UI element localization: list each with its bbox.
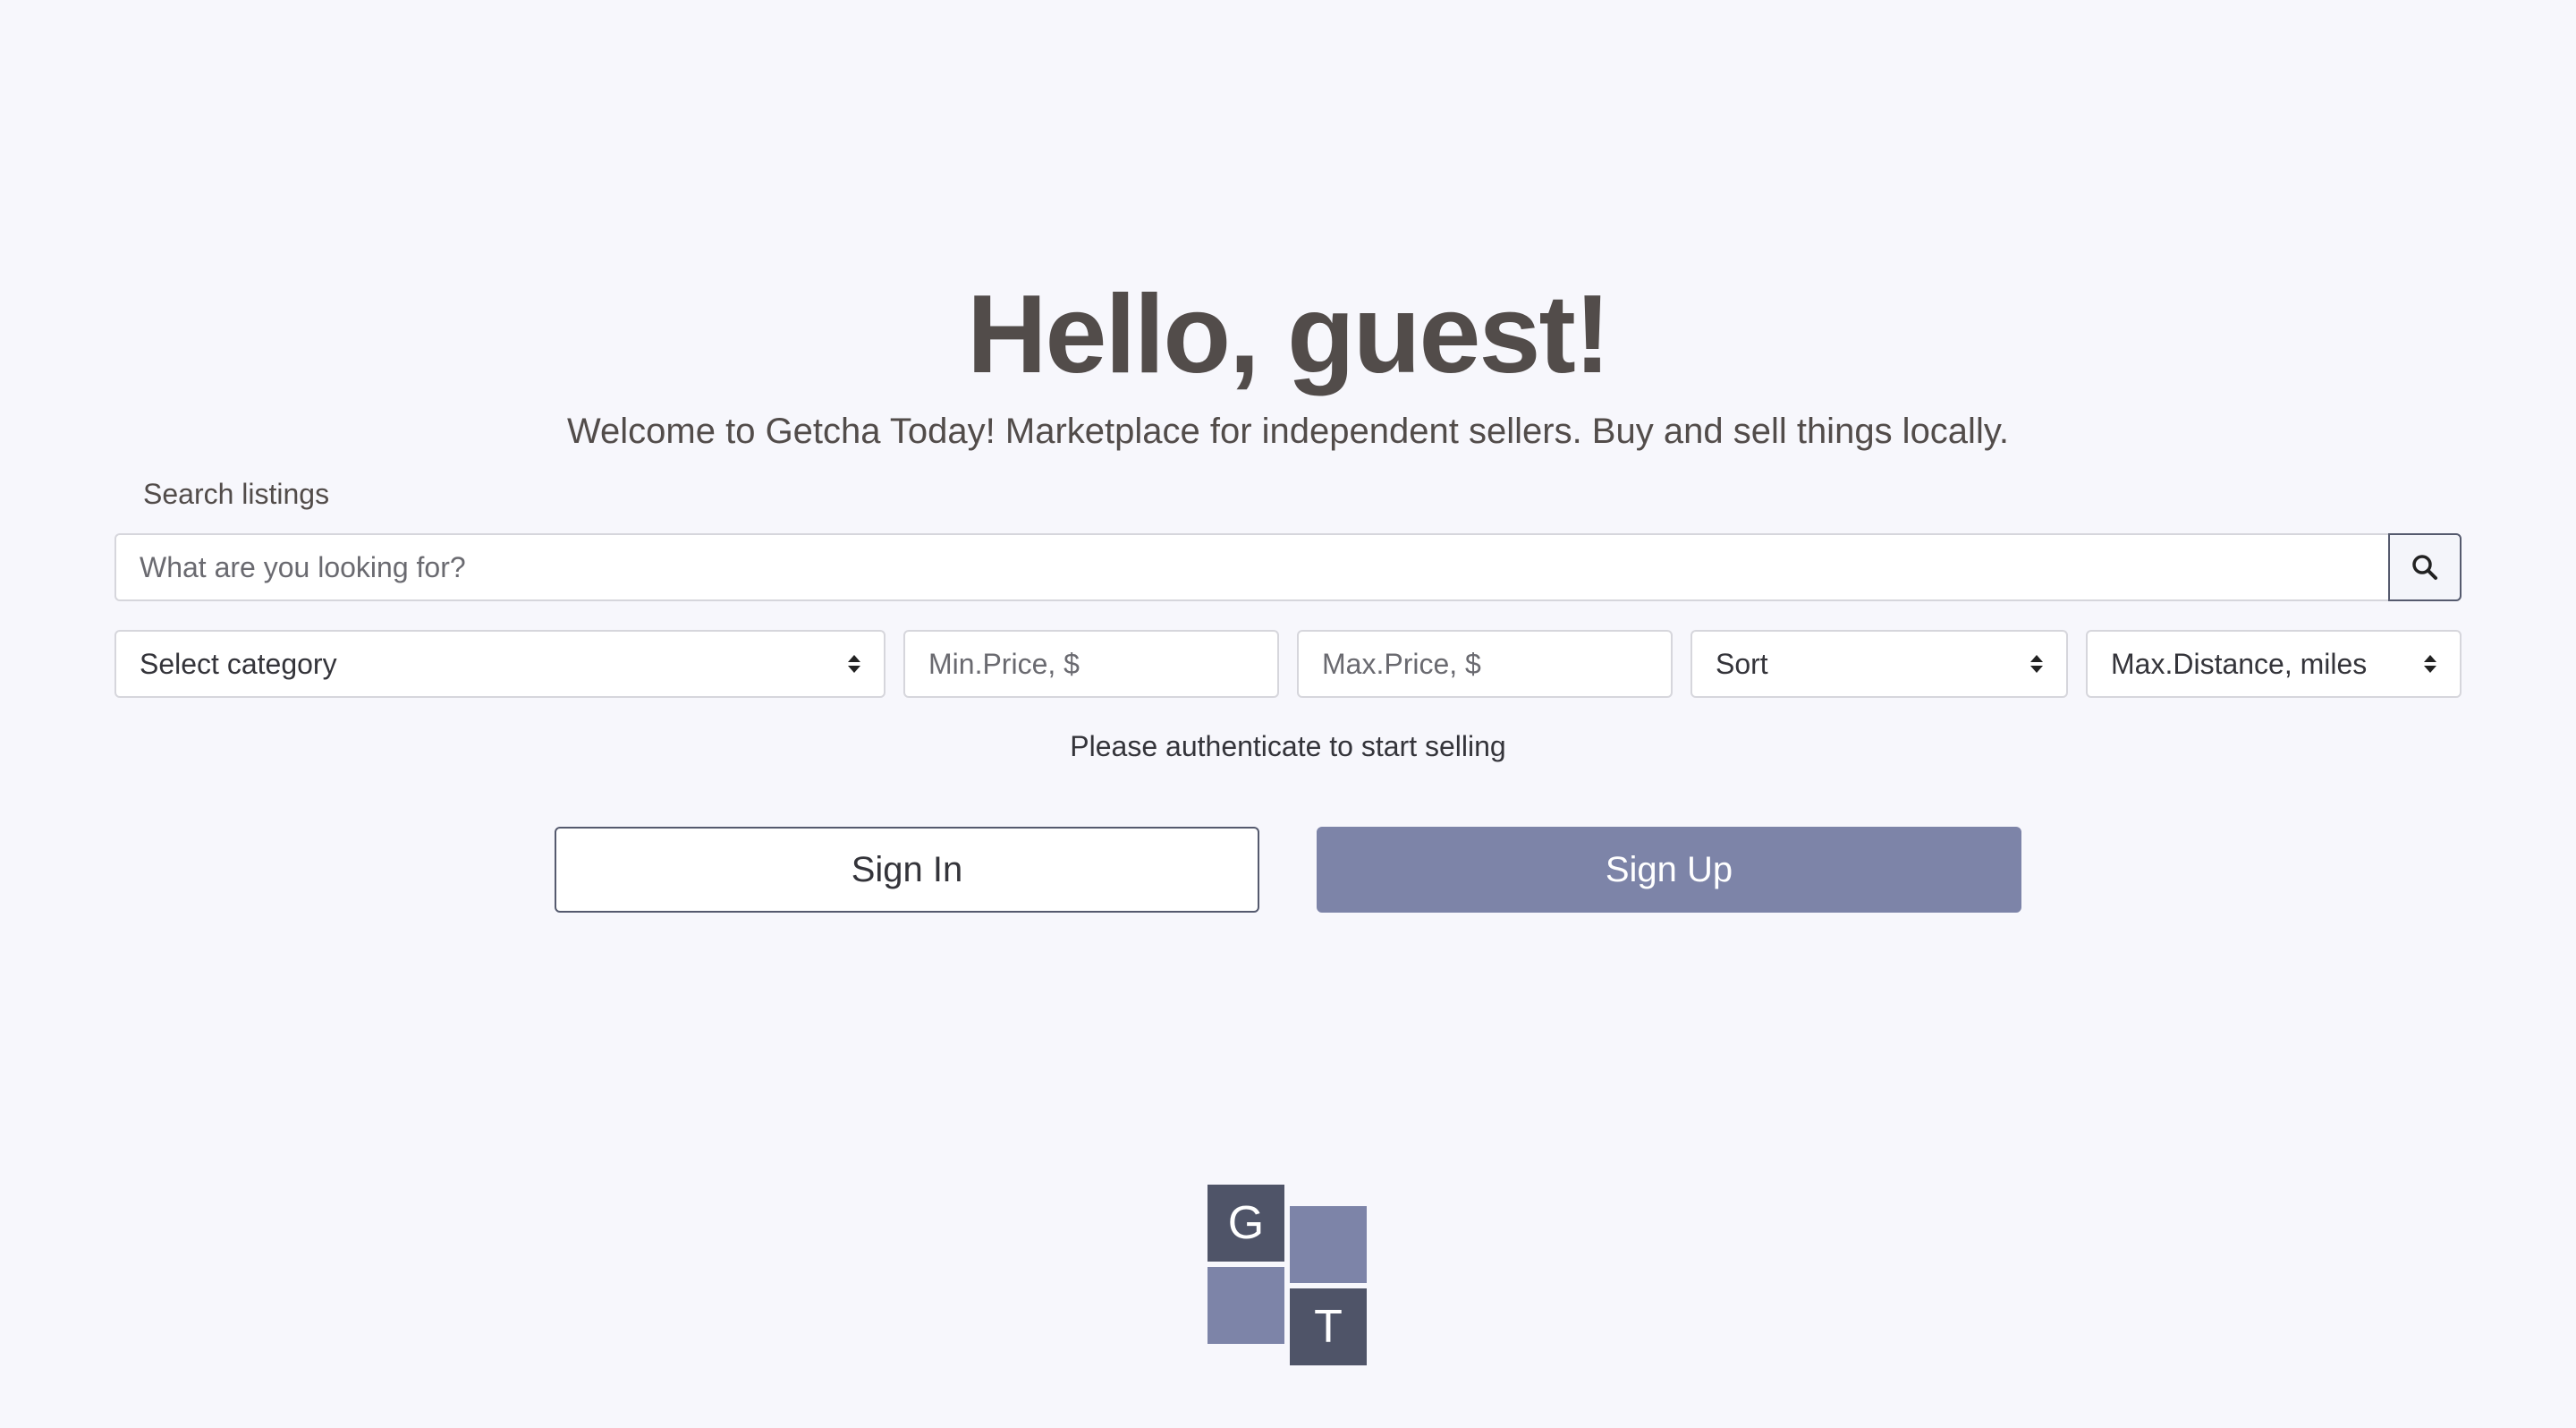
sign-up-button[interactable]: Sign Up xyxy=(1317,827,2021,913)
max-distance-select-value: Max.Distance, miles xyxy=(2111,647,2368,680)
search-icon xyxy=(2412,555,2437,580)
min-price-field[interactable] xyxy=(903,630,1279,698)
category-select[interactable]: Select category xyxy=(114,630,886,698)
logo-square xyxy=(1208,1267,1284,1344)
page-subtitle: Welcome to Getcha Today! Marketplace for… xyxy=(567,412,2009,451)
page-title: Hello, guest! xyxy=(966,273,1611,396)
max-price-field[interactable] xyxy=(1297,630,1673,698)
max-price-input[interactable] xyxy=(1322,647,1648,681)
category-select-value: Select category xyxy=(140,647,337,680)
search-label: Search listings xyxy=(143,478,330,510)
auth-buttons: Sign In Sign Up xyxy=(555,827,2021,913)
search-bar xyxy=(114,533,2462,601)
logo-square-t: T xyxy=(1290,1288,1367,1365)
search-input[interactable] xyxy=(114,533,2388,601)
hero: Hello, guest! Welcome to Getcha Today! M… xyxy=(0,268,2576,455)
logo-square xyxy=(1290,1206,1367,1283)
logo-square-g: G xyxy=(1208,1185,1284,1262)
auth-note: Please authenticate to start selling xyxy=(1070,730,1506,762)
getcha-logo: G T xyxy=(1208,1185,1368,1367)
search-button[interactable] xyxy=(2388,533,2462,601)
select-arrows-icon xyxy=(2424,655,2436,673)
max-distance-select[interactable]: Max.Distance, miles xyxy=(2086,630,2462,698)
filters-row: Select category Sort Max.Distance, miles xyxy=(114,630,2462,698)
select-arrows-icon xyxy=(848,655,860,673)
sign-in-button[interactable]: Sign In xyxy=(555,827,1259,913)
select-arrows-icon xyxy=(2030,655,2043,673)
min-price-input[interactable] xyxy=(928,647,1254,681)
sort-select-value: Sort xyxy=(1716,647,1768,680)
sort-select[interactable]: Sort xyxy=(1690,630,2068,698)
